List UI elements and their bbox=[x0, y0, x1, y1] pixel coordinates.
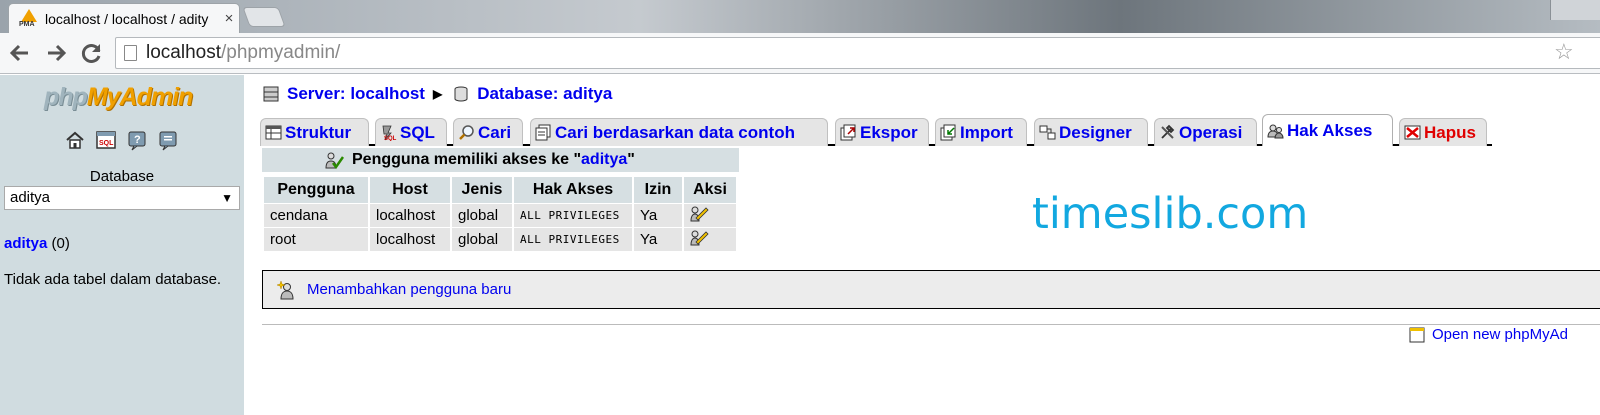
action-cell bbox=[684, 203, 736, 227]
edit-privileges-icon[interactable] bbox=[690, 229, 710, 247]
host-cell: localhost bbox=[370, 203, 450, 227]
svg-text:?: ? bbox=[134, 134, 141, 146]
svg-text:SQL: SQL bbox=[384, 136, 397, 141]
tab-operasi[interactable]: Operasi bbox=[1154, 118, 1257, 146]
db-link[interactable]: aditya bbox=[4, 235, 47, 252]
browser-tab[interactable]: PMA localhost / localhost / adity × bbox=[8, 3, 240, 33]
caption-prefix: Pengguna memiliki akses ke " bbox=[352, 151, 582, 168]
main-frame: Server: localhost ▶ Database: aditya Str… bbox=[250, 75, 1600, 415]
reload-icon[interactable] bbox=[78, 39, 106, 67]
phpmyadmin-logo[interactable]: phpMyAdmin bbox=[44, 83, 193, 112]
nav-icon-row: SQL ? bbox=[64, 129, 179, 151]
forward-icon[interactable] bbox=[42, 39, 70, 67]
divider bbox=[262, 324, 1600, 325]
privileges-cell: ALL PRIVILEGES bbox=[514, 227, 632, 251]
column-header: Aksi bbox=[684, 177, 736, 203]
sql-icon: SQL bbox=[382, 125, 397, 141]
table-header-row: Pengguna Host Jenis Hak Akses Izin Aksi bbox=[264, 177, 736, 203]
browser-toolbar: localhost/phpmyadmin/ ☆ bbox=[0, 33, 1600, 74]
table-row: root localhost global ALL PRIVILEGES Ya bbox=[264, 227, 736, 251]
search-icon bbox=[459, 125, 474, 140]
table-row: cendana localhost global ALL PRIVILEGES … bbox=[264, 203, 736, 227]
tab-import[interactable]: Import bbox=[935, 118, 1027, 146]
edit-privileges-icon[interactable] bbox=[690, 205, 710, 223]
window-control[interactable] bbox=[1550, 0, 1600, 20]
database-select-value: aditya bbox=[10, 189, 51, 206]
db-tree-entry: aditya (0) bbox=[4, 235, 70, 252]
breadcrumb-separator-icon: ▶ bbox=[432, 87, 443, 101]
grant-cell: Ya bbox=[634, 203, 682, 227]
dropdown-arrow-icon: ▼ bbox=[221, 191, 233, 205]
browser-tabstrip: PMA localhost / localhost / adity × bbox=[0, 0, 1600, 33]
home-icon[interactable] bbox=[64, 129, 86, 151]
caption-suffix: " bbox=[627, 151, 635, 168]
watermark-text: timeslib.com bbox=[1032, 189, 1309, 239]
new-window-icon bbox=[1409, 327, 1425, 343]
designer-icon bbox=[1039, 125, 1056, 140]
column-header: Host bbox=[370, 177, 450, 203]
browser-tab-title: localhost / localhost / adity bbox=[45, 10, 209, 27]
column-header: Izin bbox=[634, 177, 682, 203]
sql-query-icon[interactable]: SQL bbox=[95, 129, 117, 151]
column-header: Jenis bbox=[452, 177, 512, 203]
svg-text:SQL: SQL bbox=[99, 140, 114, 147]
column-header: Hak Akses bbox=[514, 177, 632, 203]
user-cell: cendana bbox=[264, 203, 368, 227]
add-user-link[interactable]: Menambahkan pengguna baru bbox=[307, 281, 511, 298]
drop-icon bbox=[1404, 125, 1421, 140]
user-cell: root bbox=[264, 227, 368, 251]
user-check-icon bbox=[325, 152, 344, 170]
database-link[interactable]: Database: aditya bbox=[477, 84, 612, 104]
caption-db-link[interactable]: aditya bbox=[581, 151, 627, 169]
import-icon bbox=[940, 124, 956, 141]
tab-designer[interactable]: Designer bbox=[1034, 118, 1148, 146]
open-new-window: Open new phpMyAd bbox=[1409, 326, 1568, 343]
close-tab-icon[interactable]: × bbox=[219, 10, 239, 27]
database-label: Database bbox=[89, 168, 155, 185]
tab-ekspor[interactable]: Ekspor bbox=[835, 118, 929, 146]
tab-sql[interactable]: SQL SQL bbox=[375, 118, 447, 146]
database-icon bbox=[454, 86, 468, 102]
privileges-table: Pengguna Host Jenis Hak Akses Izin Aksi … bbox=[262, 177, 738, 251]
privileges-icon bbox=[1267, 124, 1284, 139]
query-icon bbox=[535, 124, 551, 141]
operations-icon bbox=[1161, 124, 1175, 139]
tab-hapus[interactable]: Hapus bbox=[1399, 118, 1487, 146]
bookmark-star-icon[interactable]: ☆ bbox=[1554, 39, 1574, 65]
database-select[interactable]: aditya ▼ bbox=[4, 186, 240, 210]
column-header: Pengguna bbox=[264, 177, 368, 203]
no-tables-message: Tidak ada tabel dalam database. bbox=[4, 271, 222, 288]
tab-struktur[interactable]: Struktur bbox=[260, 118, 369, 146]
add-user-icon bbox=[277, 279, 294, 299]
new-tab-button[interactable] bbox=[242, 7, 286, 27]
export-icon bbox=[840, 124, 856, 141]
action-cell bbox=[684, 227, 736, 251]
left-navigation: phpMyAdmin SQL ? Database aditya ▼ adity… bbox=[0, 75, 244, 415]
db-table-count: (0) bbox=[51, 235, 70, 252]
type-cell: global bbox=[452, 203, 512, 227]
tab-cari-contoh[interactable]: Cari berdasarkan data contoh bbox=[530, 118, 828, 146]
address-bar[interactable]: localhost/phpmyadmin/ bbox=[115, 37, 1600, 69]
url-host: localhost bbox=[146, 42, 221, 63]
type-cell: global bbox=[452, 227, 512, 251]
tab-cari[interactable]: Cari bbox=[453, 118, 523, 146]
privileges-cell: ALL PRIVILEGES bbox=[514, 203, 632, 227]
tab-hak-akses[interactable]: Hak Akses bbox=[1262, 114, 1393, 146]
back-icon[interactable] bbox=[6, 39, 34, 67]
server-link[interactable]: Server: localhost bbox=[287, 84, 425, 104]
host-cell: localhost bbox=[370, 227, 450, 251]
main-tabs: Struktur SQL SQL Cari Cari berdasarkan d… bbox=[260, 114, 1492, 146]
docs-icon[interactable] bbox=[157, 129, 179, 151]
help-icon[interactable]: ? bbox=[126, 129, 148, 151]
pma-favicon-icon: PMA bbox=[19, 8, 39, 29]
privileges-caption: Pengguna memiliki akses ke " aditya " bbox=[262, 148, 739, 172]
add-user-box: Menambahkan pengguna baru bbox=[262, 270, 1600, 309]
open-new-window-link[interactable]: Open new phpMyAd bbox=[1432, 326, 1568, 343]
server-icon bbox=[263, 86, 279, 102]
url-path: /phpmyadmin/ bbox=[221, 42, 341, 63]
page-icon bbox=[124, 45, 137, 61]
breadcrumb: Server: localhost ▶ Database: aditya bbox=[262, 84, 612, 104]
grant-cell: Ya bbox=[634, 227, 682, 251]
structure-icon bbox=[265, 125, 282, 140]
